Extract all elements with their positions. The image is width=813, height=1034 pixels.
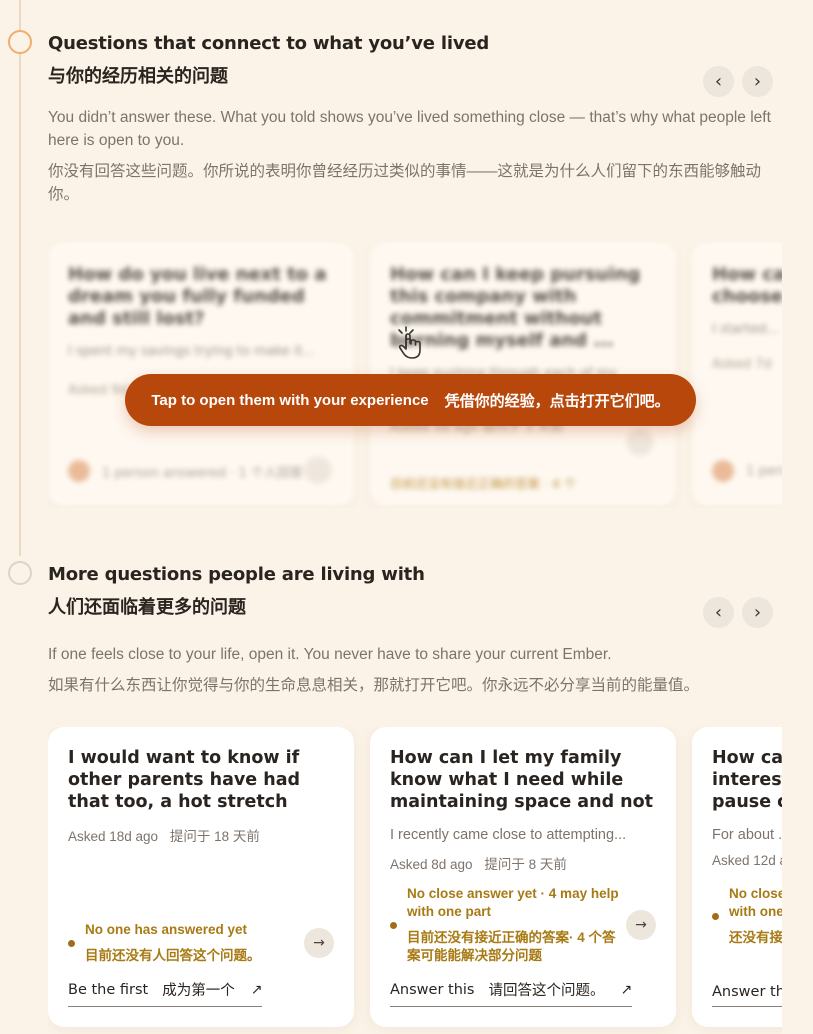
locked-card-snippet: I started... [712, 322, 779, 337]
locked-card-footer: 1 person answered · 1 个人回答 [68, 460, 303, 482]
locked-card-answer-meta: 1 person [746, 463, 782, 479]
asked-meta: Asked 18d ago 提问于 18 天前 [68, 825, 334, 845]
section-desc-zh: 如果有什么东西让你觉得与你的生命息息相关，那就打开它吧。你永远不必分享当前的能量… [48, 677, 700, 694]
asked-en: Asked 18d ago [68, 829, 159, 844]
section-desc-en: You didn’t answer these. What you told s… [48, 109, 771, 149]
asked-zh: 提问于 18 天前 [169, 829, 260, 844]
locked-card-title: How can I stop having to choose between.… [712, 264, 782, 307]
section-title-zh: 人们还面临着更多的问题 [48, 597, 246, 618]
open-arrow-icon[interactable]: → [626, 910, 656, 940]
locked-card-meta: Asked 7d [712, 357, 772, 372]
action-zh: 请回答这个问题。 [488, 983, 605, 999]
avatar [712, 460, 734, 482]
status-bullet [390, 921, 397, 929]
section-desc-en: If one feels close to your life, open it… [48, 646, 612, 663]
answer-this-link[interactable]: Answer this 请回答这个问题。 ↗ [390, 979, 633, 1007]
timeline-line [19, 0, 21, 556]
status-zh: 还没有接近正确的答案 部分的解决 [729, 930, 782, 945]
section-title-en: Questions that connect to what you’ve li… [48, 33, 490, 54]
tap-label-zh: 凭借你的经验，点击打开它们吧。 [444, 391, 670, 410]
action-en: Answer this [390, 981, 475, 998]
status-zh: 目前还没有人回答这个问题。 [85, 948, 261, 963]
arrow-icon [626, 428, 654, 456]
tap-to-open-button[interactable]: Tap to open them with your experience 凭借… [125, 374, 696, 426]
question-title: I would want to know if other parents ha… [68, 748, 301, 812]
external-arrow-icon: ↗ [620, 981, 633, 998]
timeline-dot-active [8, 30, 32, 54]
question-title: How can I let my family know what I need… [390, 748, 654, 812]
arrow-icon [304, 456, 332, 484]
asked-meta: Asked 8d ago 提问于 8 天前 [390, 853, 656, 873]
question-card[interactable]: How can I find a way of interest without… [692, 727, 782, 1027]
action-en: Answer this [712, 984, 782, 1000]
prev-button[interactable]: ‹ [703, 597, 734, 628]
locked-card-status: 目前还没有接近正确的答案 · 4 个 [390, 476, 577, 491]
status-en: No one has answered yet [85, 922, 248, 937]
section-related-questions: Questions that connect to what you’ve li… [48, 33, 813, 206]
open-arrow-icon[interactable]: → [304, 928, 334, 958]
locked-card[interactable]: How can I stop having to choose between.… [692, 242, 782, 506]
tap-hand-icon [398, 326, 421, 359]
status-en: No close answer yet · 4 may help with on… [729, 886, 782, 919]
status-zh: 目前还没有接近正确的答案· 4 个答案可能能解决部分问题 [407, 930, 616, 963]
locked-card-title: How do you live next to a dream you full… [68, 264, 327, 329]
action-en: Be the first [68, 981, 149, 998]
question-card[interactable]: How can I let my family know what I need… [370, 727, 676, 1027]
status-text: No close answer yet · 4 may help with on… [407, 885, 625, 965]
locked-card-footer: 1 person [712, 460, 782, 482]
locked-card-title: How can I keep pursuing this company wit… [390, 264, 641, 351]
timeline-dot-idle [8, 561, 32, 585]
external-arrow-icon: ↗ [250, 981, 263, 998]
tap-label-en: Tap to open them with your experience [151, 391, 429, 409]
question-snippet: I recently came close to attempting... [390, 827, 627, 843]
locked-card-snippet: I spent my savings trying to make it... [68, 344, 315, 359]
asked-en: Asked 12d ago [712, 853, 782, 868]
asked-en: Asked 8d ago [390, 857, 473, 872]
question-cards-carousel: I would want to know if other parents ha… [48, 727, 782, 1034]
asked-meta: Asked 12d ago [712, 853, 782, 868]
status-bullet [68, 939, 75, 947]
carousel-nav-2: ‹ › [703, 597, 773, 628]
status-text: No one has answered yet 目前还没有人回答这个问题。 [85, 921, 303, 965]
section-more-questions: More questions people are living with 人们… [48, 564, 813, 697]
status-text: No close answer yet · 4 may help with on… [729, 885, 782, 947]
question-card[interactable]: I would want to know if other parents ha… [48, 727, 354, 1027]
answer-status: No close answer yet · 4 may help with on… [712, 885, 782, 947]
locked-card-answer-meta: 1 person answered · 1 个人回答 [102, 465, 303, 481]
next-button[interactable]: › [742, 597, 773, 628]
carousel-nav-1: ‹ › [703, 66, 773, 97]
section-desc-zh: 你没有回答这些问题。你所说的表明你曾经经历过类似的事情——这就是为什么人们留下的… [48, 163, 762, 203]
question-snippet: For about ... [712, 827, 782, 843]
asked-zh: 提问于 8 天前 [484, 857, 567, 872]
next-button[interactable]: › [742, 66, 773, 97]
be-first-link[interactable]: Be the first 成为第一个 ↗ [68, 979, 263, 1007]
status-en: No close answer yet · 4 may help with on… [407, 886, 619, 919]
answer-this-link[interactable]: Answer this [712, 984, 782, 1007]
answer-status: No one has answered yet 目前还没有人回答这个问题。 → [68, 921, 334, 965]
section-title-zh: 与你的经历相关的问题 [48, 66, 228, 87]
action-zh: 成为第一个 [162, 983, 235, 999]
answer-status: No close answer yet · 4 may help with on… [390, 885, 656, 965]
prev-button[interactable]: ‹ [703, 66, 734, 97]
status-bullet [712, 912, 719, 920]
section-title-en: More questions people are living with [48, 564, 425, 585]
question-title: How can I find a way of interest without… [712, 748, 782, 812]
avatar [68, 460, 90, 482]
